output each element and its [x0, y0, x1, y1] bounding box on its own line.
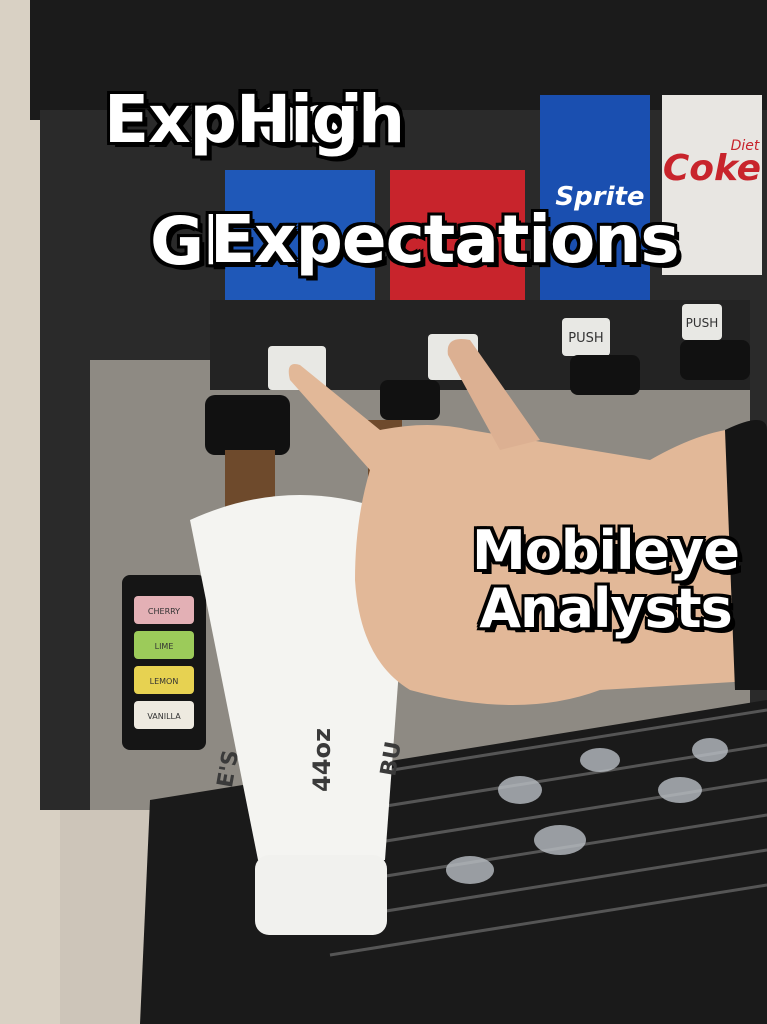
flavor-cherry-label: CHERRY — [148, 607, 180, 616]
nozzle-1 — [205, 395, 290, 455]
cup-base — [255, 855, 387, 935]
flavor-vanilla-label: VANILLA — [147, 712, 181, 721]
coke-logo: Coke — [663, 148, 761, 189]
nozzle-2 — [380, 380, 440, 420]
caption-expectations: Expectations — [210, 201, 680, 278]
nozzle-3 — [570, 355, 640, 395]
nozzle-4 — [680, 340, 750, 380]
meme-scene: Sprite Diet Coke PUSH PUSH CHERRY LIME L… — [0, 0, 767, 1024]
push-label-4: PUSH — [686, 316, 719, 330]
push-label-3: PUSH — [568, 331, 603, 346]
caption-high: High — [236, 81, 405, 158]
caption-mobileye-analysts: Mobileye Analysts — [472, 519, 740, 640]
flavor-lime-label: LIME — [155, 642, 174, 651]
flavor-lemon-label: LEMON — [150, 677, 179, 686]
cup-size-label: 44oz — [308, 728, 336, 792]
